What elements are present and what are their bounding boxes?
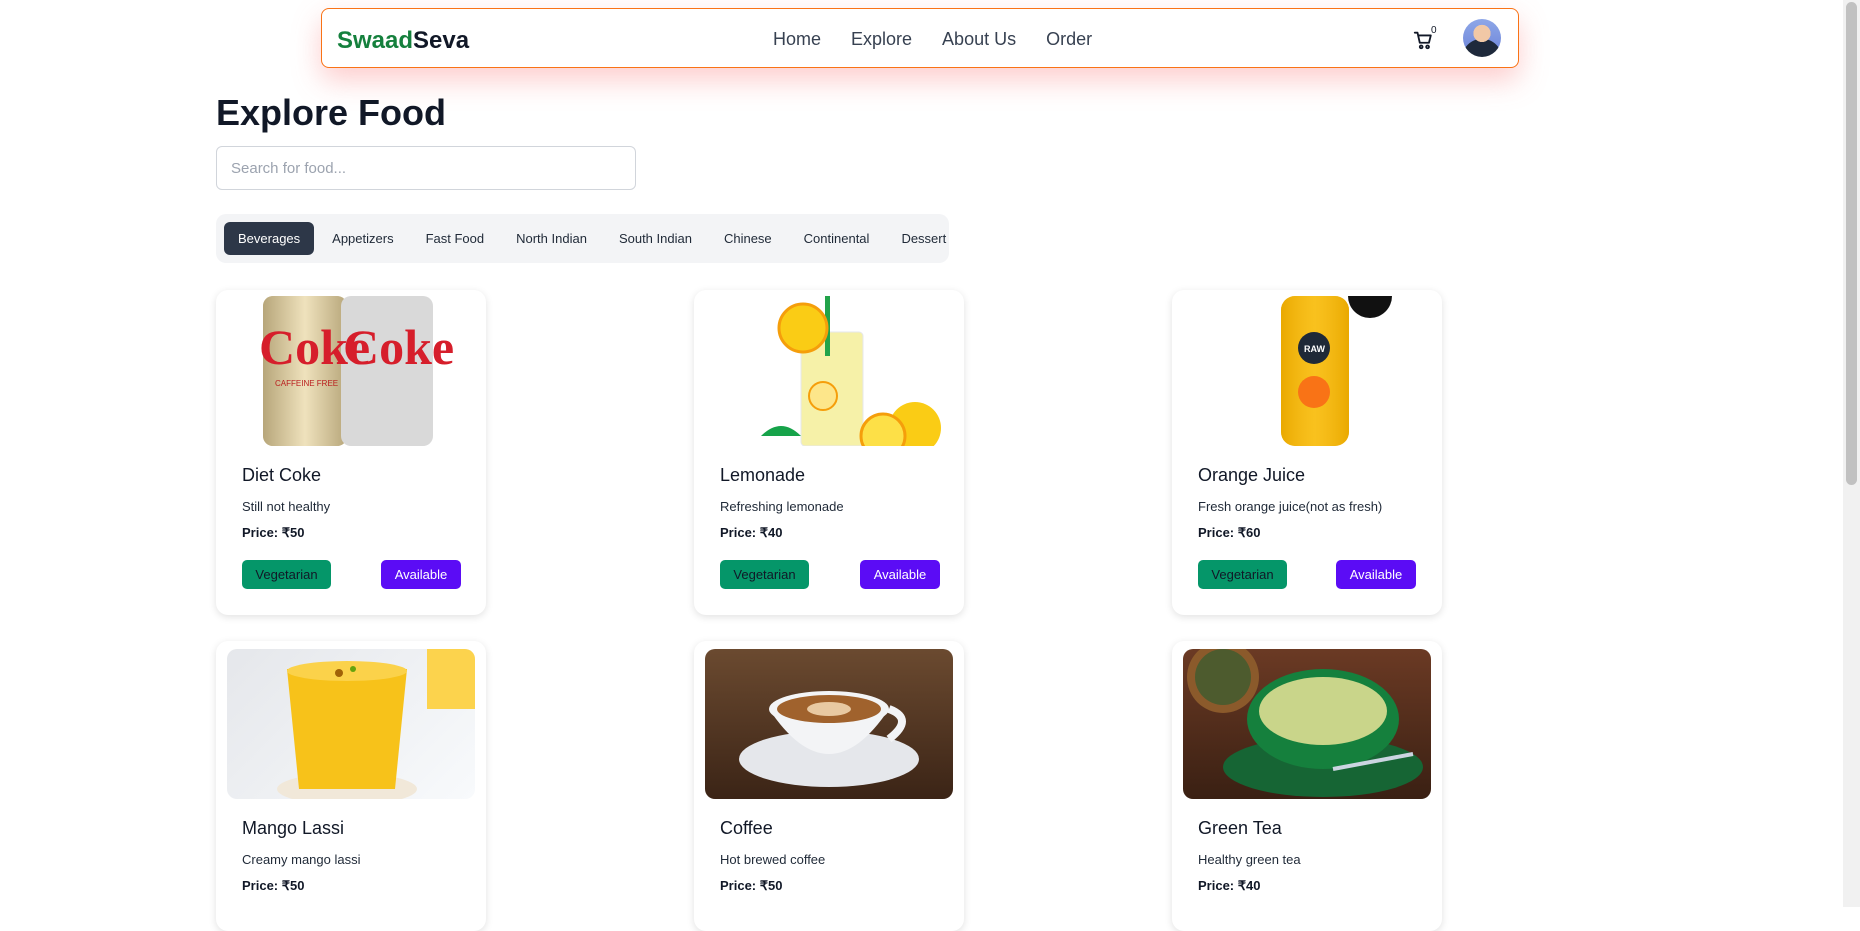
category-tabs: Beverages Appetizers Fast Food North Ind… <box>216 214 949 263</box>
vegetarian-badge: Vegetarian <box>720 560 809 589</box>
food-image-orange-juice: RAW <box>1183 296 1431 446</box>
vegetarian-badge: Vegetarian <box>242 560 331 589</box>
food-name: Lemonade <box>720 465 806 485</box>
nav-explore-link[interactable]: Explore <box>851 29 912 50</box>
food-name: Green Tea <box>1198 818 1282 838</box>
page-title: Explore Food <box>216 92 447 133</box>
food-card[interactable]: Green Tea Healthy green tea Price: ₹40 <box>1172 641 1442 931</box>
scrollbar-thumb[interactable] <box>1846 2 1857 485</box>
svg-text:RAW: RAW <box>1304 344 1326 354</box>
nav-order-link[interactable]: Order <box>1046 29 1092 50</box>
food-description: Creamy mango lassi <box>242 852 361 867</box>
food-card[interactable]: Lemonade Refreshing lemonade Price: ₹40 … <box>694 290 964 615</box>
svg-text:Coke: Coke <box>343 319 454 375</box>
food-image-green-tea <box>1183 649 1431 799</box>
food-name: Diet Coke <box>242 465 322 485</box>
food-price: Price: ₹40 <box>1198 878 1261 893</box>
availability-badge: Available <box>1336 560 1416 589</box>
food-image-diet-coke: Coke Coke CAFFEINE FREE <box>227 296 475 446</box>
category-tab-dessert[interactable]: Dessert <box>887 222 960 255</box>
food-price: Price: ₹40 <box>720 525 783 540</box>
svg-text:CAFFEINE FREE: CAFFEINE FREE <box>275 379 338 388</box>
category-tab-beverages[interactable]: Beverages <box>224 222 315 255</box>
brand-logo[interactable]: SwaadSeva <box>337 27 469 55</box>
food-description: Healthy green tea <box>1198 852 1301 867</box>
category-tab-north-indian[interactable]: North Indian <box>502 222 601 255</box>
food-price: Price: ₹50 <box>242 525 305 540</box>
availability-badge: Available <box>381 560 461 589</box>
nav-home-link[interactable]: Home <box>773 29 821 50</box>
food-name: Mango Lassi <box>242 818 345 838</box>
food-description: Refreshing lemonade <box>720 499 844 514</box>
food-card[interactable]: RAW Orange Juice Fresh orange juice(not … <box>1172 290 1442 615</box>
food-price: Price: ₹50 <box>720 878 783 893</box>
page-scrollbar[interactable] <box>1843 0 1860 907</box>
food-name: Orange Juice <box>1198 465 1306 485</box>
top-navbar: SwaadSeva Home Explore About Us Order 0 <box>321 8 1519 68</box>
nav-about-link[interactable]: About Us <box>942 29 1016 50</box>
vegetarian-badge: Vegetarian <box>1198 560 1287 589</box>
category-tab-fast-food[interactable]: Fast Food <box>412 222 499 255</box>
user-avatar[interactable] <box>1463 19 1501 57</box>
food-price: Price: ₹60 <box>1198 525 1261 540</box>
food-description: Still not healthy <box>242 499 331 514</box>
category-tab-appetizers[interactable]: Appetizers <box>318 222 407 255</box>
search-input[interactable] <box>216 146 636 190</box>
food-description: Fresh orange juice(not as fresh) <box>1198 499 1383 514</box>
food-image-mango-lassi <box>227 649 475 799</box>
nav-links: Home Explore About Us Order <box>773 29 1092 50</box>
brand-part-2: Seva <box>413 27 470 54</box>
food-card[interactable]: Coke Coke CAFFEINE FREE Diet Coke Still … <box>216 290 486 615</box>
food-price: Price: ₹50 <box>242 878 305 893</box>
food-image-lemonade <box>705 296 953 446</box>
food-card[interactable]: Mango Lassi Creamy mango lassi Price: ₹5… <box>216 641 486 931</box>
food-description: Hot brewed coffee <box>720 852 826 867</box>
brand-part-1: Swaad <box>337 27 414 54</box>
cart-count-badge: 0 <box>1431 25 1437 36</box>
category-tab-continental[interactable]: Continental <box>790 222 884 255</box>
food-card[interactable]: Coffee Hot brewed coffee Price: ₹50 <box>694 641 964 931</box>
category-tab-south-indian[interactable]: South Indian <box>605 222 706 255</box>
food-name: Coffee <box>720 818 773 838</box>
food-image-coffee <box>705 649 953 799</box>
category-tab-chinese[interactable]: Chinese <box>710 222 786 255</box>
availability-badge: Available <box>860 560 940 589</box>
